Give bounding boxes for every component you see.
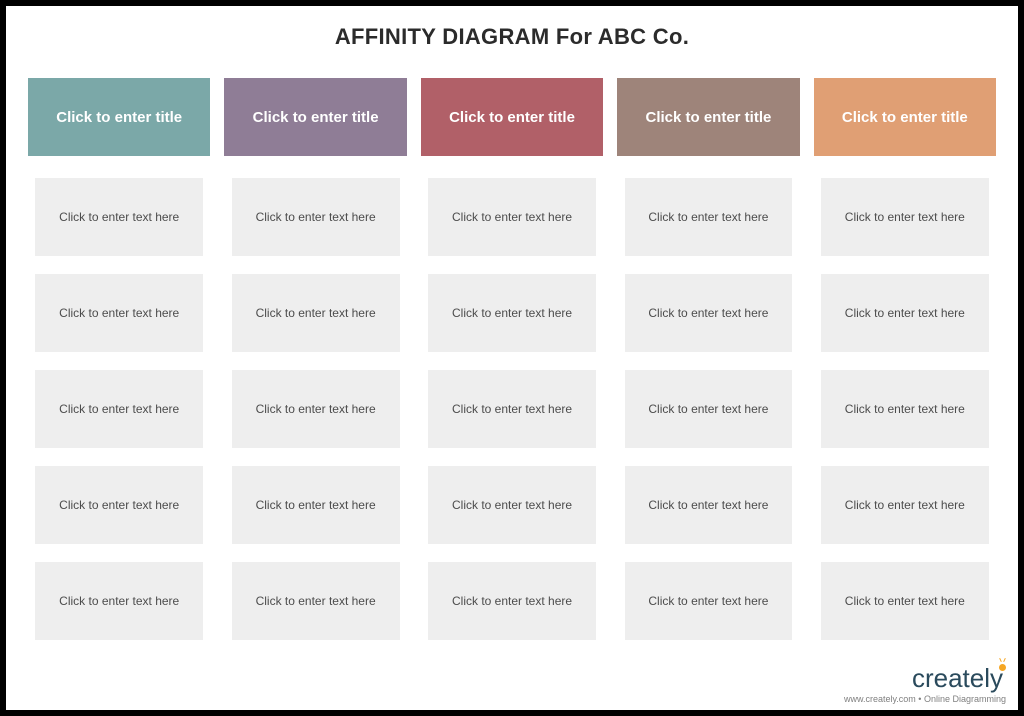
affinity-card[interactable]: Click to enter text here [232,274,400,352]
logo-text: creately [912,663,1003,694]
affinity-column: Click to enter title Click to enter text … [421,78,603,658]
affinity-card[interactable]: Click to enter text here [821,178,989,256]
footer-tagline: www.creately.com • Online Diagramming [844,694,1006,704]
affinity-card[interactable]: Click to enter text here [35,562,203,640]
creately-logo: creately [912,663,1006,694]
column-header[interactable]: Click to enter title [617,78,799,156]
affinity-column: Click to enter title Click to enter text … [617,78,799,658]
affinity-column: Click to enter title Click to enter text … [28,78,210,658]
affinity-card[interactable]: Click to enter text here [625,274,793,352]
affinity-card[interactable]: Click to enter text here [428,466,596,544]
affinity-card[interactable]: Click to enter text here [821,562,989,640]
affinity-card[interactable]: Click to enter text here [821,274,989,352]
affinity-card[interactable]: Click to enter text here [821,466,989,544]
footer: creately www.creately.com • Online Diagr… [844,663,1006,704]
affinity-card[interactable]: Click to enter text here [625,466,793,544]
column-header[interactable]: Click to enter title [224,78,406,156]
affinity-card[interactable]: Click to enter text here [428,562,596,640]
affinity-card[interactable]: Click to enter text here [821,370,989,448]
affinity-card[interactable]: Click to enter text here [232,466,400,544]
affinity-card[interactable]: Click to enter text here [625,370,793,448]
diagram-canvas: AFFINITY DIAGRAM For ABC Co. Click to en… [6,6,1018,710]
affinity-card[interactable]: Click to enter text here [232,370,400,448]
affinity-card[interactable]: Click to enter text here [428,178,596,256]
diagram-title[interactable]: AFFINITY DIAGRAM For ABC Co. [26,24,998,50]
column-header[interactable]: Click to enter title [421,78,603,156]
affinity-grid: Click to enter title Click to enter text … [26,78,998,658]
affinity-card[interactable]: Click to enter text here [35,466,203,544]
affinity-card[interactable]: Click to enter text here [35,274,203,352]
affinity-card[interactable]: Click to enter text here [428,370,596,448]
affinity-card[interactable]: Click to enter text here [232,178,400,256]
affinity-card[interactable]: Click to enter text here [625,562,793,640]
column-header[interactable]: Click to enter title [814,78,996,156]
column-header[interactable]: Click to enter title [28,78,210,156]
affinity-card[interactable]: Click to enter text here [428,274,596,352]
affinity-card[interactable]: Click to enter text here [35,370,203,448]
lightbulb-icon [999,664,1006,671]
affinity-column: Click to enter title Click to enter text … [814,78,996,658]
affinity-card[interactable]: Click to enter text here [232,562,400,640]
affinity-card[interactable]: Click to enter text here [35,178,203,256]
affinity-card[interactable]: Click to enter text here [625,178,793,256]
affinity-column: Click to enter title Click to enter text … [224,78,406,658]
